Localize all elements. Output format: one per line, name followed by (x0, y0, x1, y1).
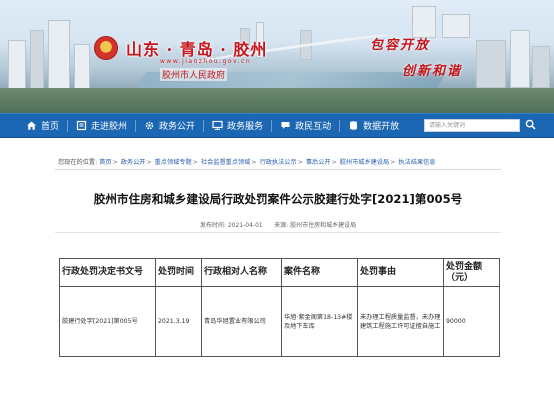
building (48, 20, 70, 90)
breadcrumb-prefix: 您现在的位置: (58, 159, 98, 166)
nav-divider (135, 119, 137, 132)
table-cell: 未办理工程质量监督，未办理建筑工程施工许可证擅自施工 (357, 286, 444, 357)
nav-label: 政务服务 (227, 122, 264, 132)
table-cell: 华旭·紫金阁第18-13#楼及地下车库 (281, 286, 358, 357)
nav-label: 数据开放 (363, 122, 400, 132)
column-header: 处罚金额（元） (443, 258, 500, 287)
slogan-1: 包容开放 (370, 38, 431, 53)
nav-label: 政务公开 (159, 122, 196, 132)
breadcrumb-link[interactable]: 重点领域专题 (155, 159, 192, 166)
table-cell: 2021.3.19 (155, 286, 202, 357)
article-meta: 发布时间: 2021-04-01 来源: 胶州市住房和城乡建设局 (55, 220, 501, 229)
source-value: 胶州市住房和城乡建设局 (290, 222, 357, 229)
breadcrumb-link[interactable]: 胶州市城乡建设局 (340, 159, 390, 166)
breadcrumb-link[interactable]: 事后公开 (306, 159, 331, 166)
column-header: 案件名称 (281, 258, 358, 287)
national-emblem-icon (94, 36, 118, 60)
publish-date: 2021-04-01 (227, 222, 263, 229)
date-label: 发布时间: (199, 222, 226, 229)
site-url: www.jiaozhou.gov.cn (160, 58, 252, 65)
site-title: 山东 · 青岛 · 胶州 (126, 40, 268, 59)
table-row: 胶建行处字[2021]第005号 2021.3.19 青岛华旭置业有限公司 华旭… (59, 286, 500, 357)
nav-item-home[interactable]: 首页 (26, 113, 59, 138)
nav-label: 政民互动 (295, 122, 332, 132)
column-header: 处罚时间 (155, 258, 202, 287)
nav-label: 首页 (41, 122, 60, 132)
nav-item-gov-affairs[interactable]: 政务公开 (144, 113, 195, 138)
monitor-icon (212, 120, 223, 131)
building (442, 14, 470, 38)
column-header: 处罚事由 (357, 258, 444, 287)
breadcrumb-link[interactable]: 社会监督重点领域 (201, 159, 251, 166)
nav-divider (339, 119, 341, 132)
nav-item-open-data[interactable]: 数据开放 (348, 113, 399, 138)
nav-item-interaction[interactable]: 政民互动 (280, 113, 331, 138)
building (8, 40, 26, 90)
source-label: 来源: (274, 222, 289, 229)
nav-label: 走进胶州 (91, 122, 128, 132)
column-header: 行政处罚决定书文号 (59, 258, 156, 287)
slogan-2: 创新和谐 (402, 64, 463, 79)
search-icon (525, 119, 536, 132)
search-input[interactable]: 请输入关键词 (424, 119, 520, 132)
table-cell: 青岛华旭置业有限公司 (201, 286, 282, 357)
ground (0, 88, 554, 113)
building (532, 46, 550, 88)
nav-divider (203, 119, 205, 132)
database-icon (348, 120, 359, 131)
nav-item-about[interactable]: 走进胶州 (76, 113, 127, 138)
table-cell: 90000 (443, 286, 500, 357)
building (476, 40, 506, 88)
nav-divider (271, 119, 273, 132)
divider (55, 169, 501, 170)
table-cell: 胶建行处字[2021]第005号 (59, 286, 156, 357)
breadcrumb: 您现在的位置: 首页> 政务公开> 重点领域专题> 社会监督重点领域> 行政执法… (58, 159, 436, 166)
book-icon (76, 120, 87, 131)
building (510, 30, 530, 88)
home-icon (26, 120, 37, 131)
nav-item-gov-service[interactable]: 政务服务 (212, 113, 263, 138)
site-gov-name: 胶州市人民政府 (160, 68, 228, 81)
site-banner: 山东 · 青岛 · 胶州 www.jiaozhou.gov.cn 胶州市人民政府… (0, 0, 554, 113)
gear-icon (144, 120, 155, 131)
building (74, 44, 90, 90)
building (30, 30, 44, 90)
page-title: 胶州市住房和城乡建设局行政处罚案件公示胶建行处字[2021]第005号 (93, 192, 463, 206)
nav-divider (67, 119, 69, 132)
search-button[interactable] (522, 118, 538, 133)
breadcrumb-link[interactable]: 执法结果信息 (398, 159, 435, 166)
breadcrumb-link[interactable]: 首页 (99, 159, 111, 166)
breadcrumb-link[interactable]: 政务公开 (121, 159, 146, 166)
breadcrumb-link[interactable]: 行政执法公示 (260, 159, 297, 166)
divider (55, 232, 501, 233)
table-header-row: 行政处罚决定书文号 处罚时间 行政相对人名称 案件名称 处罚事由 处罚金额（元） (59, 258, 500, 287)
penalty-table: 行政处罚决定书文号 处罚时间 行政相对人名称 案件名称 处罚事由 处罚金额（元）… (59, 258, 500, 357)
chat-icon (280, 120, 291, 131)
column-header: 行政相对人名称 (201, 258, 282, 287)
